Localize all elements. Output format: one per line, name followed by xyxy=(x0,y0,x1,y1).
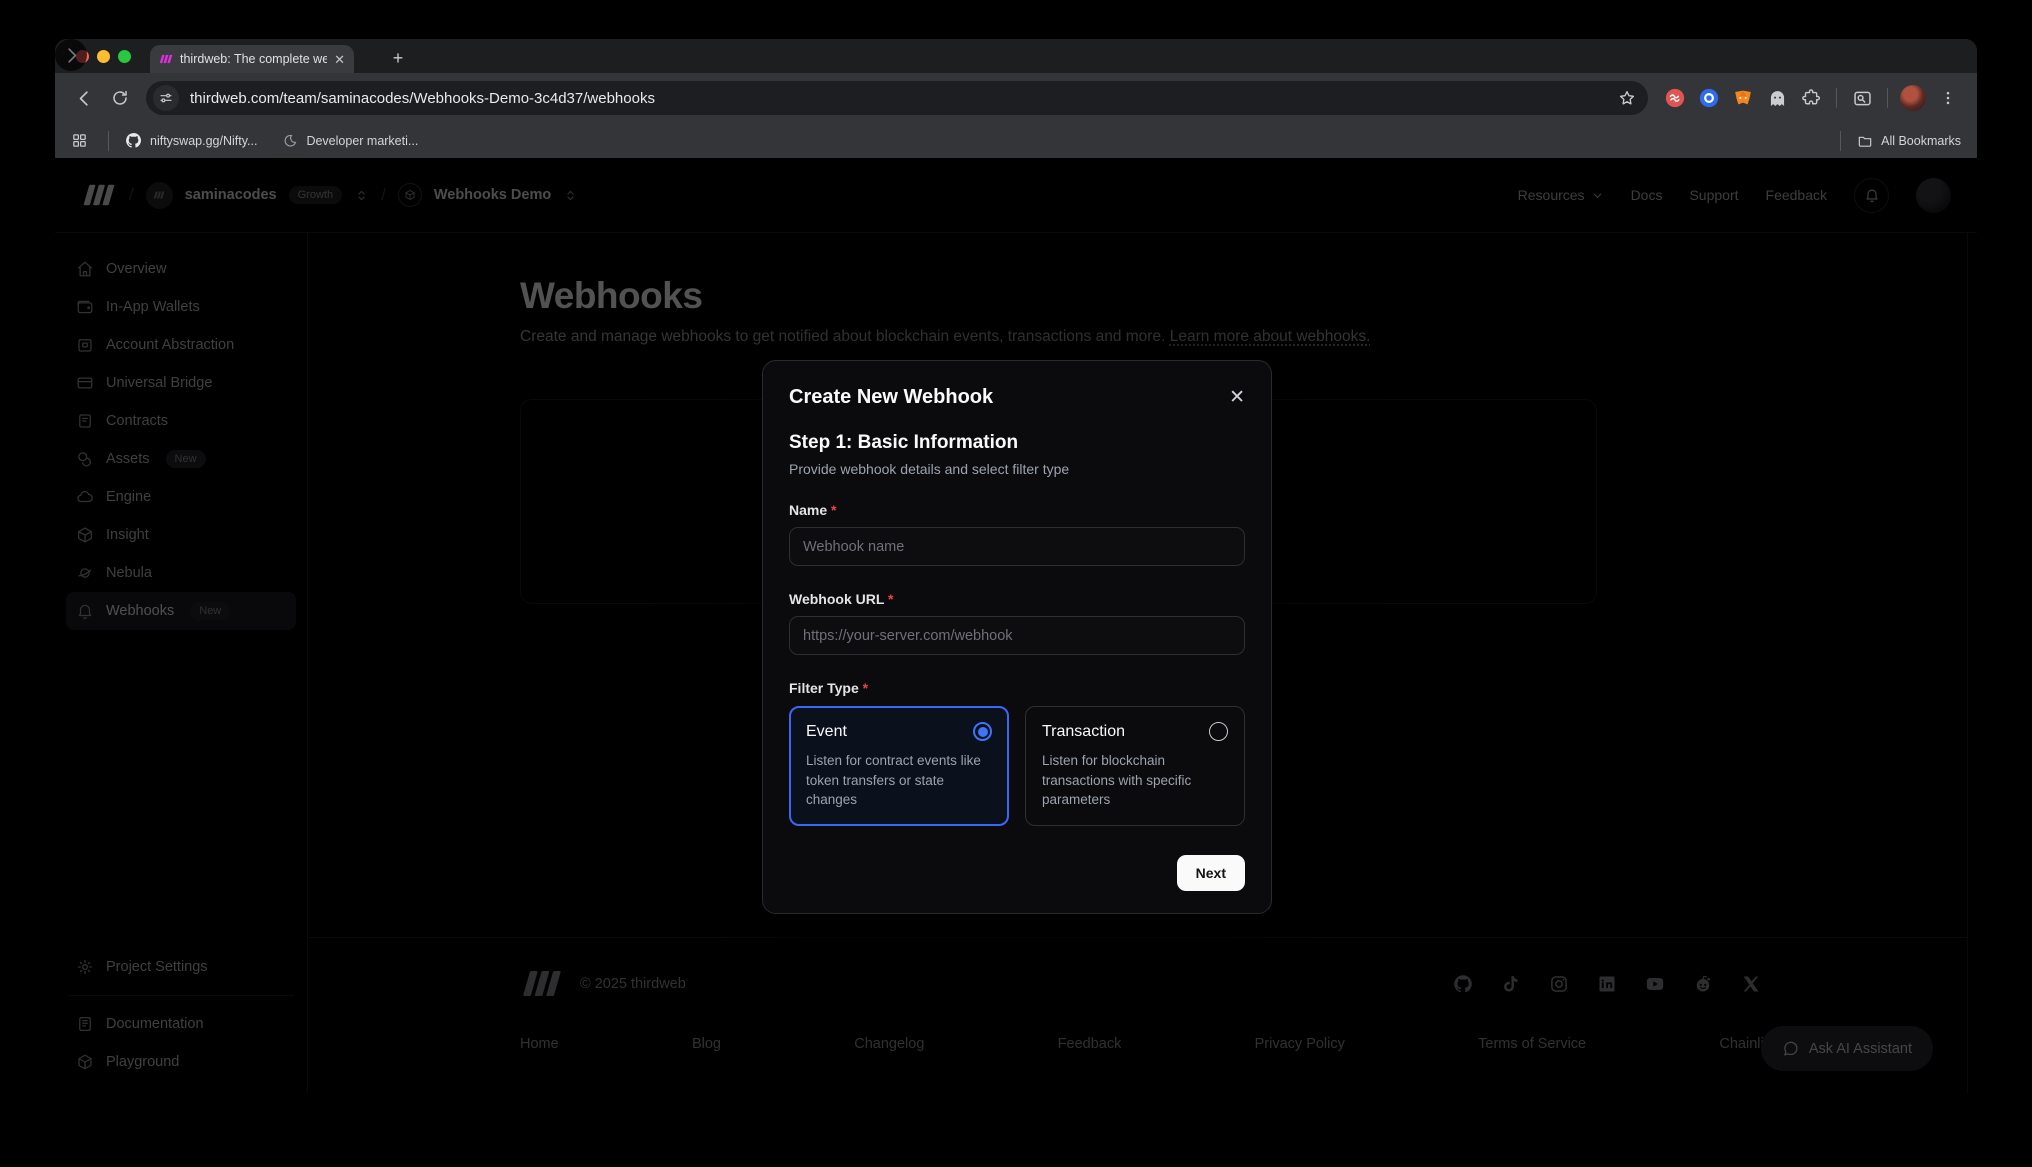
filter-option-description: Listen for contract events like token tr… xyxy=(806,751,992,810)
step-title: Step 1: Basic Information xyxy=(789,432,1245,454)
crescent-icon xyxy=(283,133,298,148)
extension-icon-red[interactable] xyxy=(1660,83,1690,113)
extension-icon-blue[interactable] xyxy=(1694,83,1724,113)
name-label-text: Name xyxy=(789,502,827,518)
bookmark-label: Developer marketi... xyxy=(306,134,418,148)
minimize-window-button[interactable] xyxy=(97,50,110,63)
phantom-ghost-icon[interactable] xyxy=(1762,83,1792,113)
folder-icon xyxy=(1857,133,1873,149)
metamask-icon[interactable] xyxy=(1728,83,1758,113)
close-icon[interactable]: ✕ xyxy=(1229,388,1245,407)
filter-type-label-text: Filter Type xyxy=(789,680,859,696)
toolbar-separator xyxy=(1836,88,1837,108)
create-webhook-modal: Create New Webhook ✕ Step 1: Basic Infor… xyxy=(762,360,1272,914)
tab-strip: thirdweb: The complete web3 ✕ + xyxy=(55,39,1977,73)
tab-close-icon[interactable]: ✕ xyxy=(334,53,345,66)
webhook-url-input[interactable] xyxy=(789,616,1245,655)
back-icon[interactable] xyxy=(68,82,100,114)
modal-title: Create New Webhook xyxy=(789,386,993,409)
bookmarks-separator xyxy=(1840,131,1841,151)
address-bar[interactable]: thirdweb.com/team/saminacodes/Webhooks-D… xyxy=(146,81,1648,115)
maximize-window-button[interactable] xyxy=(118,50,131,63)
filter-option-description: Listen for blockchain transactions with … xyxy=(1042,751,1228,810)
reload-icon[interactable] xyxy=(104,82,136,114)
all-bookmarks-button[interactable]: All Bookmarks xyxy=(1857,133,1961,149)
all-bookmarks-label: All Bookmarks xyxy=(1881,134,1961,148)
page-content: / saminacodes Growth / Webhooks Demo xyxy=(55,158,1977,1093)
extensions-puzzle-icon[interactable] xyxy=(1796,83,1826,113)
browser-profile-avatar[interactable] xyxy=(1900,85,1926,111)
forward-icon[interactable] xyxy=(55,39,87,71)
radio-unselected-icon[interactable] xyxy=(1209,722,1228,741)
filter-option-event[interactable]: Event Listen for contract events like to… xyxy=(789,706,1009,826)
next-button[interactable]: Next xyxy=(1177,855,1245,891)
site-settings-icon[interactable] xyxy=(153,85,179,111)
bookmark-item-niftyswap[interactable]: niftyswap.gg/Nifty... xyxy=(125,132,257,149)
bookmark-star-icon[interactable] xyxy=(1618,89,1636,107)
name-label: Name * xyxy=(789,502,1245,518)
github-icon xyxy=(125,132,142,149)
toolbar-separator xyxy=(1887,88,1888,108)
webhook-name-input[interactable] xyxy=(789,527,1245,566)
bookmark-item-developer-marketing[interactable]: Developer marketi... xyxy=(283,133,418,148)
browser-menu-icon[interactable] xyxy=(1932,82,1964,114)
url-text[interactable]: thirdweb.com/team/saminacodes/Webhooks-D… xyxy=(190,90,1607,107)
bookmarks-bar: niftyswap.gg/Nifty... Developer marketi.… xyxy=(55,123,1977,158)
required-asterisk: * xyxy=(863,680,868,696)
filter-option-title: Transaction xyxy=(1042,723,1125,741)
apps-grid-icon[interactable] xyxy=(71,132,88,149)
filter-option-title: Event xyxy=(806,723,847,741)
tab-title: thirdweb: The complete web3 xyxy=(180,52,327,66)
new-tab-button[interactable]: + xyxy=(385,45,411,71)
step-subtitle: Provide webhook details and select filte… xyxy=(789,461,1245,477)
bookmarks-separator xyxy=(108,131,109,151)
required-asterisk: * xyxy=(888,591,893,607)
browser-toolbar: thirdweb.com/team/saminacodes/Webhooks-D… xyxy=(55,73,1977,123)
required-asterisk: * xyxy=(831,502,836,518)
radio-selected-icon[interactable] xyxy=(973,722,992,741)
url-label: Webhook URL * xyxy=(789,591,1245,607)
browser-tab[interactable]: thirdweb: The complete web3 ✕ xyxy=(150,45,354,73)
filter-type-label: Filter Type * xyxy=(789,680,1245,696)
bookmark-label: niftyswap.gg/Nifty... xyxy=(150,134,257,148)
browser-window: thirdweb: The complete web3 ✕ + thirdweb… xyxy=(55,39,1977,1093)
side-panel-search-icon[interactable] xyxy=(1847,83,1877,113)
thirdweb-favicon xyxy=(159,52,173,66)
filter-option-transaction[interactable]: Transaction Listen for blockchain transa… xyxy=(1025,706,1245,826)
url-label-text: Webhook URL xyxy=(789,591,884,607)
